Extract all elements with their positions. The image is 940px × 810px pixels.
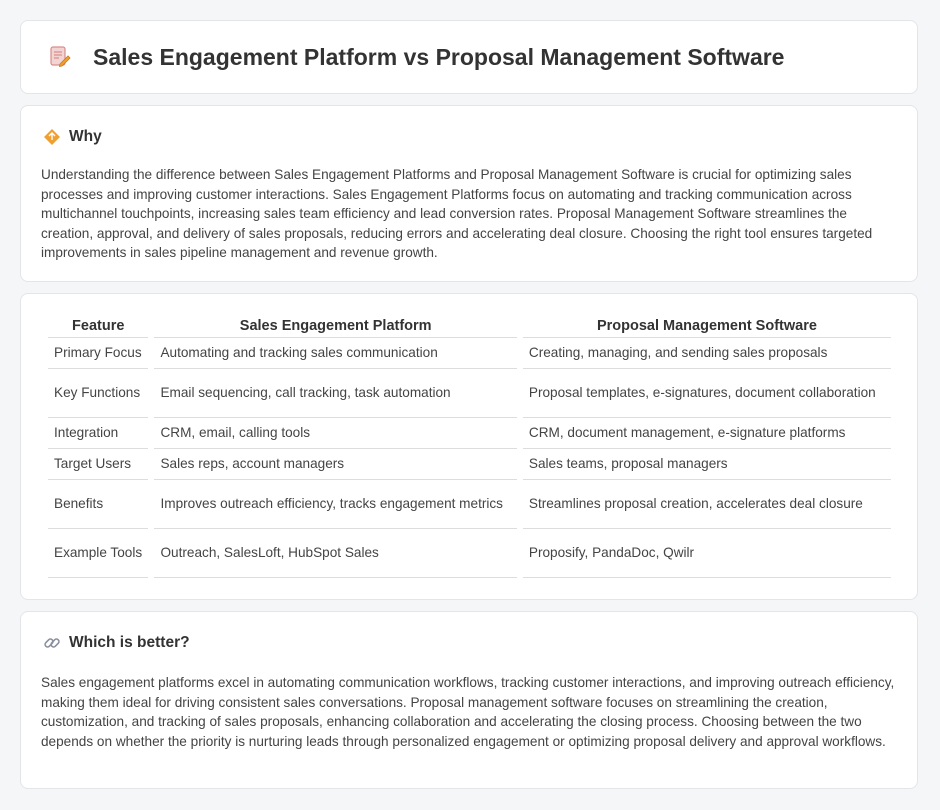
feature-cell: Target Users bbox=[48, 449, 149, 480]
sales-engagement-cell: Email sequencing, call tracking, task au… bbox=[154, 369, 517, 418]
table-row: Key Functions Email sequencing, call tra… bbox=[48, 369, 891, 418]
why-text: Understanding the difference between Sal… bbox=[41, 167, 873, 260]
proposal-management-cell: CRM, document management, e-signature pl… bbox=[522, 418, 891, 449]
header-feature: Feature bbox=[48, 314, 149, 338]
table-header-row: Feature Sales Engagement Platform Propos… bbox=[48, 314, 891, 338]
proposal-management-cell: Sales teams, proposal managers bbox=[522, 449, 891, 480]
why-card: Why Understanding the difference between… bbox=[20, 105, 918, 282]
sales-engagement-cell: Automating and tracking sales communicat… bbox=[154, 338, 517, 369]
feature-cell: Benefits bbox=[48, 480, 149, 529]
title-card: Sales Engagement Platform vs Proposal Ma… bbox=[20, 20, 918, 94]
page-title: Sales Engagement Platform vs Proposal Ma… bbox=[93, 43, 785, 70]
which-better-heading: Which is better? bbox=[69, 634, 190, 651]
why-heading: Why bbox=[69, 128, 102, 145]
table-row: Target Users Sales reps, account manager… bbox=[48, 449, 891, 480]
table-row: Example Tools Outreach, SalesLoft, HubSp… bbox=[48, 529, 891, 578]
document-edit-icon bbox=[50, 46, 71, 68]
which-better-card: Which is better? Sales engagement platfo… bbox=[20, 611, 918, 789]
proposal-management-cell: Proposify, PandaDoc, Qwilr bbox=[522, 529, 891, 578]
comparison-table: Feature Sales Engagement Platform Propos… bbox=[42, 314, 897, 578]
comparison-card: Feature Sales Engagement Platform Propos… bbox=[20, 293, 918, 600]
link-icon bbox=[44, 638, 60, 648]
sales-engagement-cell: CRM, email, calling tools bbox=[154, 418, 517, 449]
feature-cell: Integration bbox=[48, 418, 149, 449]
table-row: Primary Focus Automating and tracking sa… bbox=[48, 338, 891, 369]
sales-engagement-cell: Improves outreach efficiency, tracks eng… bbox=[154, 480, 517, 529]
proposal-management-cell: Streamlines proposal creation, accelerat… bbox=[522, 480, 891, 529]
feature-cell: Example Tools bbox=[48, 529, 149, 578]
header-sales-engagement: Sales Engagement Platform bbox=[154, 314, 517, 338]
proposal-management-cell: Creating, managing, and sending sales pr… bbox=[522, 338, 891, 369]
table-row: Benefits Improves outreach efficiency, t… bbox=[48, 480, 891, 529]
diamond-sign-icon bbox=[44, 129, 60, 145]
feature-cell: Primary Focus bbox=[48, 338, 149, 369]
proposal-management-cell: Proposal templates, e-signatures, docume… bbox=[522, 369, 891, 418]
which-better-text: Sales engagement platforms excel in auto… bbox=[41, 675, 895, 749]
sales-engagement-cell: Sales reps, account managers bbox=[154, 449, 517, 480]
header-proposal-management: Proposal Management Software bbox=[522, 314, 891, 338]
sales-engagement-cell: Outreach, SalesLoft, HubSpot Sales bbox=[154, 529, 517, 578]
feature-cell: Key Functions bbox=[48, 369, 149, 418]
table-row: Integration CRM, email, calling tools CR… bbox=[48, 418, 891, 449]
